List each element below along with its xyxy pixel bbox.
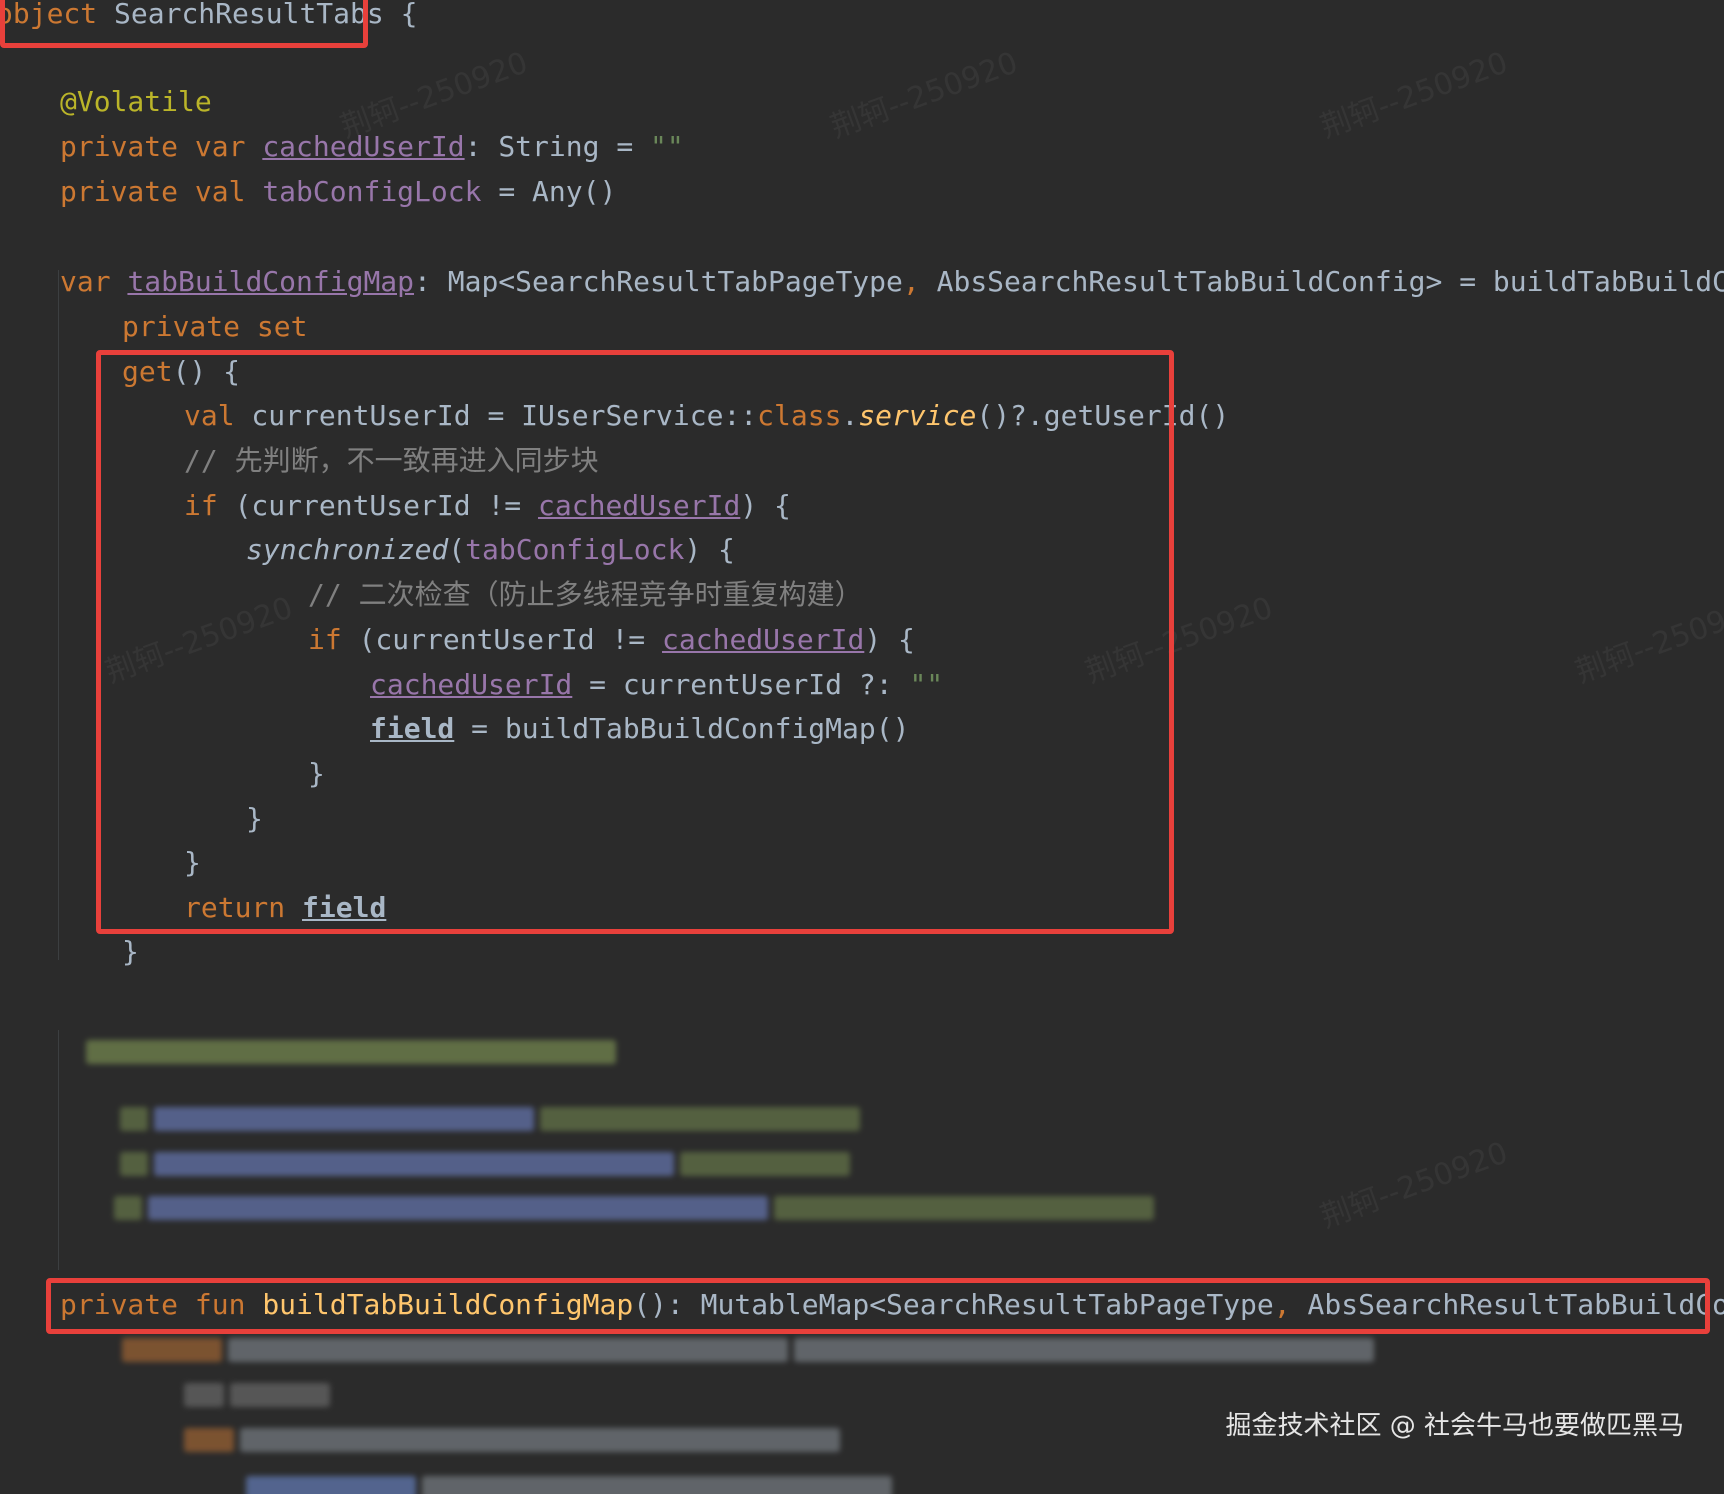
- code-line-private-set[interactable]: private set: [122, 305, 307, 349]
- code-text: : String =: [464, 130, 651, 163]
- property: tabConfigLock: [262, 175, 482, 208]
- code-line-tab-build-config-map[interactable]: var tabBuildConfigMap: Map<SearchResultT…: [60, 260, 1724, 304]
- code-editor[interactable]: 荆轲--250920 荆轲--250920 荆轲--250920 荆轲--250…: [0, 0, 1724, 1494]
- annotation: @Volatile: [60, 85, 212, 118]
- code-line-tab-config-lock[interactable]: private val tabConfigLock = Any(): [60, 170, 616, 214]
- blurred-code-line: [184, 1428, 846, 1452]
- keyword: var: [60, 265, 111, 298]
- code-line-close-get[interactable]: }: [122, 930, 139, 974]
- highlight-box-build-function: [46, 1278, 1710, 1334]
- code-line-annotation[interactable]: @Volatile: [60, 80, 212, 124]
- credit-watermark: 掘金技术社区 @ 社会牛马也要做匹黑马: [1225, 1411, 1684, 1441]
- watermark: 荆轲--250920: [1571, 590, 1724, 691]
- blurred-code-line: [122, 1338, 1380, 1362]
- code-text: AbsSearchResultTabBuildConfig> = buildTa…: [936, 265, 1724, 298]
- blurred-doc-comment: [120, 1107, 866, 1131]
- keyword: var: [194, 130, 246, 163]
- string-literal: "": [650, 130, 684, 163]
- property: tabBuildConfigMap: [127, 265, 415, 298]
- blurred-code-line: [184, 1383, 336, 1407]
- watermark: 荆轲--250920: [1316, 1135, 1513, 1236]
- watermark: 荆轲--250920: [1316, 45, 1513, 146]
- highlight-box-getter: [96, 350, 1174, 934]
- keyword: val: [194, 175, 246, 208]
- closing-brace: }: [122, 935, 139, 968]
- indent-guide: [58, 1030, 59, 1270]
- blurred-code-line: [246, 1476, 898, 1494]
- highlight-box-object-declaration: [0, 0, 368, 48]
- code-text: = Any(): [481, 175, 617, 208]
- blurred-doc-comment: [86, 1040, 622, 1064]
- keyword: private: [60, 130, 179, 163]
- blurred-doc-comment: [114, 1196, 1160, 1220]
- watermark: 荆轲--250920: [826, 45, 1023, 146]
- blurred-doc-comment: [120, 1152, 856, 1176]
- comma: ,: [902, 265, 920, 298]
- keyword: private: [60, 175, 179, 208]
- code-text: : Map<SearchResultTabPageType: [414, 265, 903, 298]
- brace: {: [383, 0, 418, 30]
- indent-guide: [58, 270, 59, 960]
- property: cachedUserId: [262, 130, 465, 163]
- code-line-cached-user-id[interactable]: private var cachedUserId: String = "": [60, 125, 684, 169]
- keyword: private set: [122, 310, 308, 343]
